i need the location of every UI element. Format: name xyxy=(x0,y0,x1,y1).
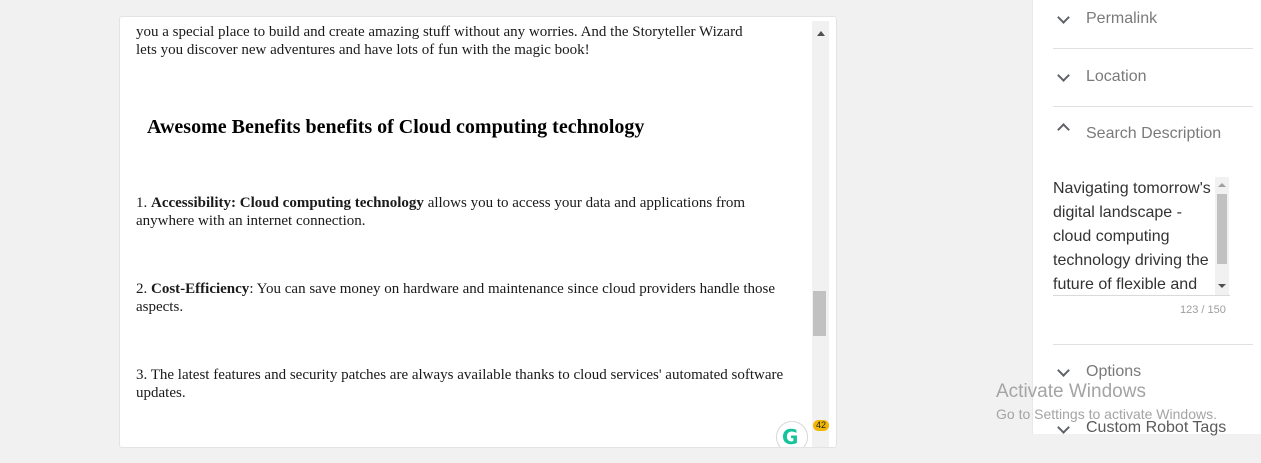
section-label: Permalink xyxy=(1086,10,1158,27)
grammarly-count-badge: 42 xyxy=(813,420,830,431)
activate-windows-watermark: Activate Windows Go to Settings to activ… xyxy=(996,381,1217,423)
scroll-up-arrow-icon[interactable] xyxy=(817,31,825,36)
chevron-down-icon xyxy=(1057,421,1070,434)
scrollbar-thumb[interactable] xyxy=(1217,194,1227,264)
list-item-accessibility: 1. Accessibility: Cloud computing techno… xyxy=(136,195,746,229)
chevron-down-icon xyxy=(1057,69,1070,82)
scroll-down-arrow-icon[interactable] xyxy=(1218,284,1226,288)
character-counter: 123 / 150 xyxy=(1180,304,1226,316)
chevron-up-icon xyxy=(1057,123,1070,136)
list-item-updates: 3. The latest features and security patc… xyxy=(136,367,784,401)
chevron-down-icon xyxy=(1057,11,1070,24)
grammarly-icon[interactable]: G xyxy=(776,421,808,447)
section-label: Options xyxy=(1086,363,1142,380)
watermark-title: Activate Windows xyxy=(996,381,1146,402)
intro-line-2: lets you discover new adventures and hav… xyxy=(136,42,590,58)
search-description-textarea[interactable]: Navigating tomorrow's digital landscape … xyxy=(1053,177,1230,296)
search-description-text[interactable]: Navigating tomorrow's digital landscape … xyxy=(1053,177,1213,295)
editor-scrollbar[interactable] xyxy=(812,21,829,447)
section-search-description[interactable]: Search Description xyxy=(1053,106,1253,163)
section-permalink[interactable]: Permalink xyxy=(1053,0,1253,49)
post-settings-sidebar: Permalink Location Search Description Na… xyxy=(1032,0,1261,436)
scroll-up-arrow-icon[interactable] xyxy=(1218,183,1226,187)
section-label: Search Description xyxy=(1086,125,1222,142)
post-editor[interactable]: you a special place to build and create … xyxy=(119,16,837,448)
chevron-down-icon xyxy=(1057,364,1070,377)
intro-line-1: you a special place to build and create … xyxy=(136,24,743,40)
list-item-cost-efficiency: 2. Cost-Efficiency: You can save money o… xyxy=(136,281,775,315)
textarea-scrollbar[interactable] xyxy=(1215,177,1229,295)
section-location[interactable]: Location xyxy=(1053,49,1253,107)
scrollbar-thumb[interactable] xyxy=(813,291,826,336)
section-heading: Awesome Benefits benefits of Cloud compu… xyxy=(147,116,645,138)
watermark-subtitle: Go to Settings to activate Windows. xyxy=(996,406,1217,422)
intro-paragraph: you a special place to build and create … xyxy=(136,23,791,59)
section-label: Location xyxy=(1086,68,1147,85)
